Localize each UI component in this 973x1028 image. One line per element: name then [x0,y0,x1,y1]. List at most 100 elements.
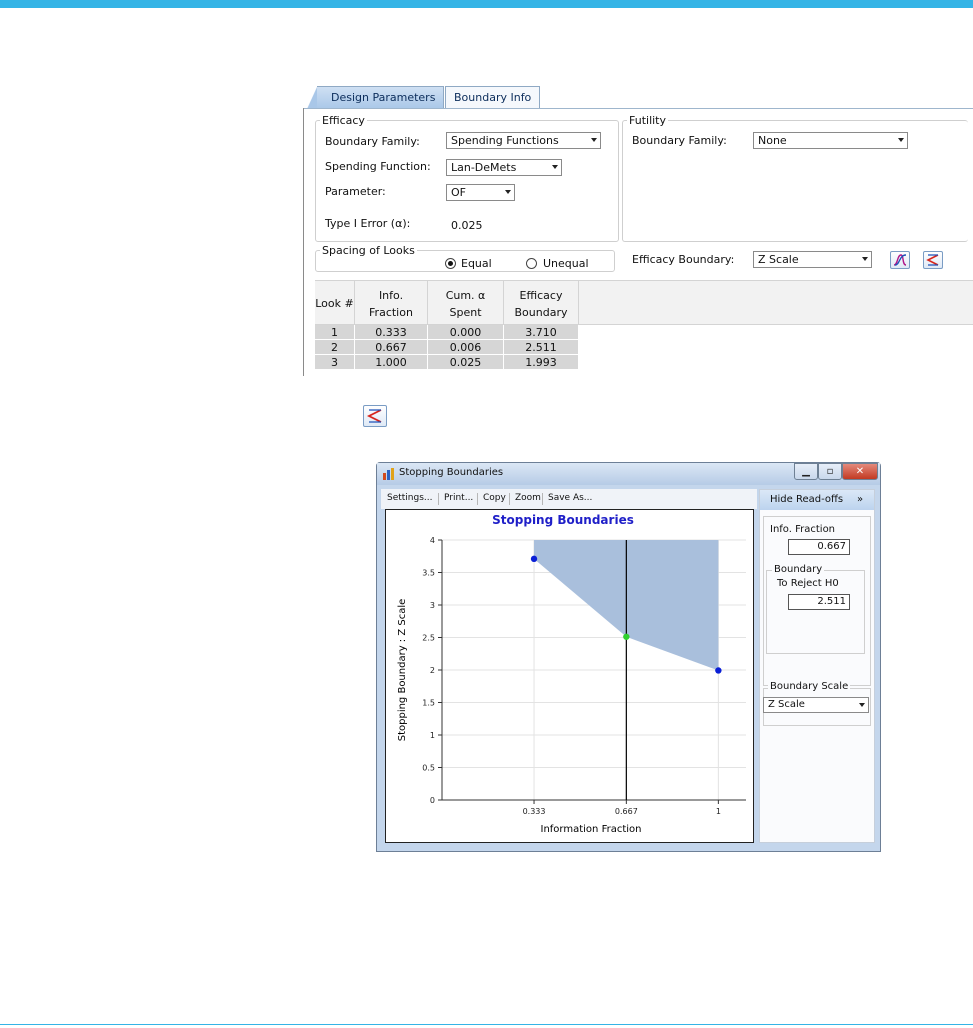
boundary-plot-button[interactable] [923,251,943,269]
futility-boundary-family-value: None [758,134,787,147]
col-info-fraction-line2: Fraction [369,305,413,319]
toolbar-separator [509,493,510,505]
looks-table: Look # Info. Fraction Cum. α Spent Effic… [315,280,973,376]
zoom-button[interactable]: Zoom [515,493,541,503]
y-tick-label: 1.5 [422,699,435,708]
x-tick-label: 0.667 [615,807,638,816]
minimize-button[interactable]: ▁ [794,463,818,480]
col-efficacy-boundary-line1: Efficacy [519,288,563,302]
readoffs-panel: Hide Read-offs » Info. Fraction 0.667 Bo… [759,489,875,843]
chart-area: Stopping Boundaries Information Fraction… [385,509,754,843]
bottom-accent-line [0,1024,973,1025]
parameter-value: OF [451,186,466,199]
spending-function-label: Spending Function: [325,160,431,173]
save-as-button[interactable]: Save As... [548,493,592,503]
table-cell: 1 [315,325,355,340]
table-cell: 0.006 [428,340,504,355]
col-info-fraction-line1: Info. [378,288,404,302]
tab-strip-divider [303,108,973,109]
chevron-down-icon [591,138,597,142]
info-fraction-label: Info. Fraction [770,524,836,535]
chevron-down-icon [862,257,868,261]
type1-error-value: 0.025 [451,219,483,232]
table-row[interactable]: 3 1.000 0.025 1.993 [315,355,579,370]
boundary-scale-value: Z Scale [768,699,805,710]
close-button[interactable]: ✕ [842,463,878,480]
info-fraction-field[interactable]: 0.667 [788,539,850,555]
top-accent-bar [0,0,973,8]
boundary-scale-legend: Boundary Scale [768,681,851,692]
boundary-info-panel: Design Parameters Boundary Info Efficacy… [303,84,973,376]
spending-plot-button[interactable] [890,251,910,269]
x-axis-label: Information Fraction [541,824,642,835]
spacing-equal-label: Equal [461,257,492,270]
y-tick-label: 0 [430,796,435,805]
futility-boundary-family-label: Boundary Family: [632,134,727,147]
parameter-label: Parameter: [325,185,386,198]
boundary-point [715,667,722,674]
print-button[interactable]: Print... [444,493,473,503]
table-row[interactable]: 2 0.667 0.006 2.511 [315,340,579,355]
table-cell: 3.710 [504,325,579,340]
toolbar-separator [438,493,439,505]
chevron-down-icon [552,165,558,169]
table-cell: 0.667 [355,340,428,355]
boundary-scale-select[interactable]: Z Scale [763,697,869,713]
copy-button[interactable]: Copy [483,493,506,503]
spacing-equal-radio[interactable] [445,258,456,269]
spacing-unequal-radio[interactable] [526,258,537,269]
chevron-down-icon [898,138,904,142]
y-tick-label: 2.5 [422,634,435,643]
to-reject-field[interactable]: 2.511 [788,594,850,610]
boundary-point [530,555,538,563]
boundary-chart-icon [366,409,382,423]
table-cell: 0.025 [428,355,504,370]
selected-boundary-point [623,633,630,640]
col-efficacy-boundary: Efficacy Boundary [504,281,579,326]
efficacy-boundary-scale-select[interactable]: Z Scale [753,251,872,268]
settings-button[interactable]: Settings... [387,493,433,503]
type1-error-label: Type I Error (α): [325,217,411,230]
spending-function-value: Lan-DeMets [451,161,517,174]
chevron-down-icon [505,190,511,194]
y-tick-label: 0.5 [422,764,435,773]
table-cell: 2 [315,340,355,355]
col-info-fraction: Info. Fraction [355,281,428,326]
window-title-bar[interactable]: Stopping Boundaries ▁ ▫ ✕ [377,463,880,485]
col-cum-alpha-line2: Spent [449,305,482,319]
toolbar-separator [477,493,478,505]
efficacy-boundary-family-label: Boundary Family: [325,135,420,148]
col-cum-alpha: Cum. α Spent [428,281,504,326]
spending-function-select[interactable]: Lan-DeMets [446,159,562,176]
x-tick-label: 0.333 [523,807,546,816]
chart-title: Stopping Boundaries [492,513,634,527]
tab-design-parameters[interactable]: Design Parameters [306,86,445,109]
boundary-legend: Boundary [772,564,825,575]
y-tick-label: 4 [430,536,435,545]
plot-area: 0 0.5 1 1.5 2 2.5 3 3.5 4 0.333 0.667 1 [422,536,746,816]
tab-boundary-info[interactable]: Boundary Info [445,86,541,109]
boundary-chart-icon [926,254,939,266]
hide-readoffs-button[interactable]: Hide Read-offs » [760,490,874,510]
y-tick-label: 3.5 [422,569,435,578]
futility-boundary-family-select[interactable]: None [753,132,908,149]
parameter-select[interactable]: OF [446,184,515,201]
spacing-unequal-label: Unequal [543,257,589,270]
table-cell: 0.333 [355,325,428,340]
efficacy-boundary-family-value: Spending Functions [451,134,559,147]
col-cum-alpha-line1: Cum. α [445,288,486,302]
futility-legend: Futility [629,114,667,127]
to-reject-label: To Reject H0 [777,578,839,589]
app-icon [383,468,394,480]
y-tick-label: 2 [430,666,435,675]
table-row[interactable]: 1 0.333 0.000 3.710 [315,325,579,340]
window-title: Stopping Boundaries [399,467,504,478]
table-cell: 0.000 [428,325,504,340]
table-cell: 2.511 [504,340,579,355]
efficacy-boundary-family-select[interactable]: Spending Functions [446,132,601,149]
chevron-right-icon: » [857,494,864,505]
col-efficacy-boundary-line2: Boundary [514,305,568,319]
col-look-label: Look # [315,297,354,310]
maximize-button[interactable]: ▫ [818,463,842,480]
chart-toolbar: Settings... Print... Copy Zoom Save As..… [381,489,757,509]
